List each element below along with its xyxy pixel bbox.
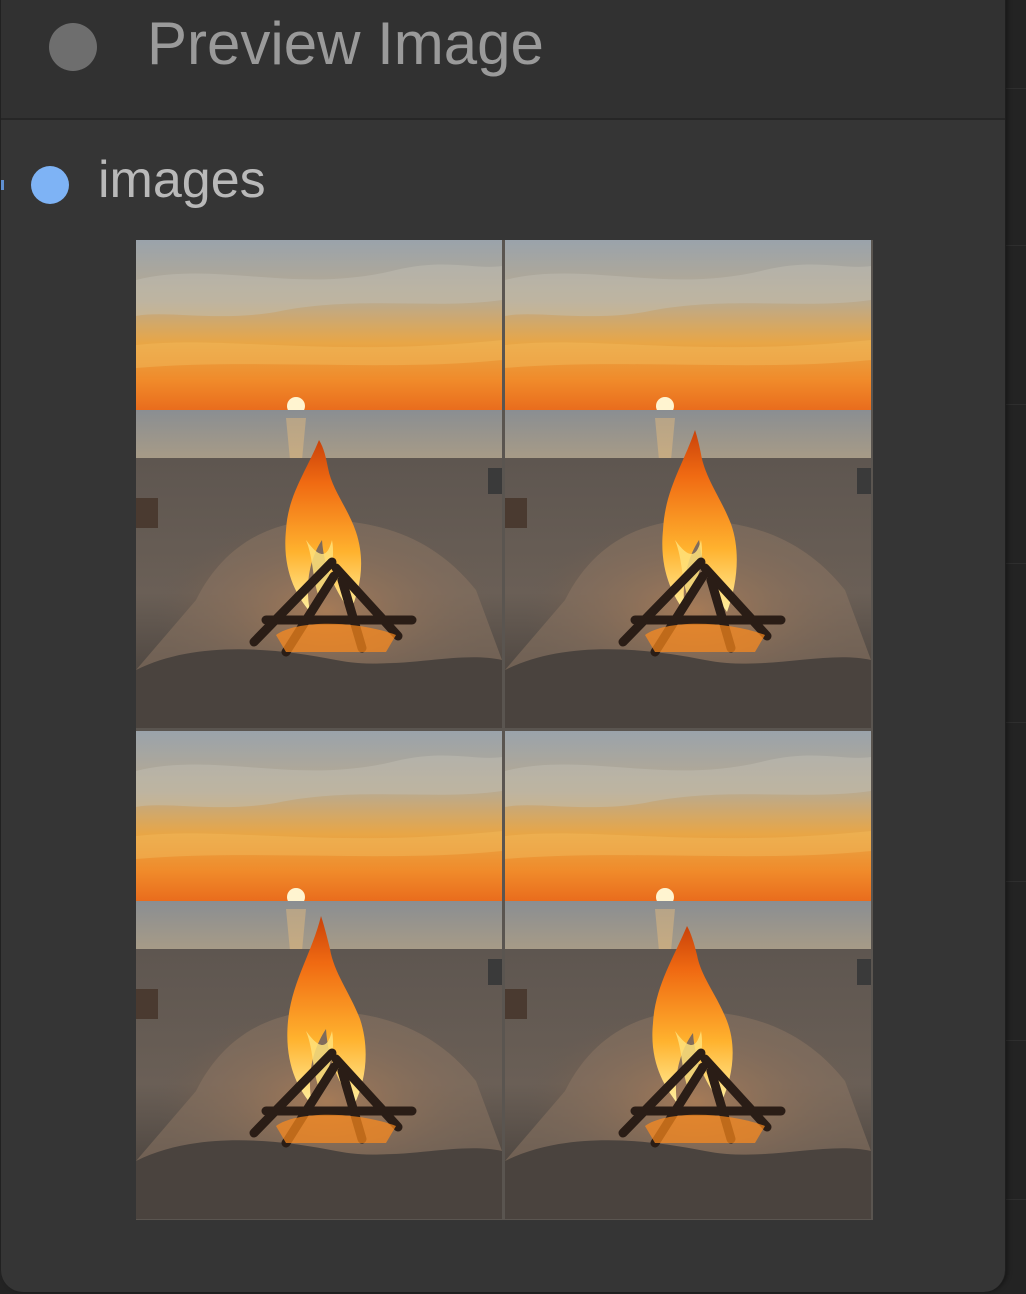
preview-image-1[interactable] [136,240,502,728]
grid-line [1006,404,1026,405]
images-input-label: images [98,151,266,209]
node-title: Preview Image [147,10,544,77]
campfire-image-icon [505,240,871,728]
node-header[interactable]: Preview Image [1,0,1005,120]
preview-image-3[interactable] [136,731,502,1219]
grid-line [1006,1199,1026,1200]
campfire-image-icon [136,731,502,1219]
campfire-image-icon [136,240,502,728]
grid-line [1006,563,1026,564]
grid-line [1006,245,1026,246]
preview-image-2[interactable] [505,240,871,728]
preview-image-node[interactable]: Preview Image images [1,0,1006,1292]
input-link-icon [1,180,4,190]
grid-line [1006,1040,1026,1041]
grid-line [1006,88,1026,89]
collapse-toggle-icon[interactable] [49,23,97,71]
image-preview-grid [136,240,873,1220]
grid-line [1006,722,1026,723]
preview-image-4[interactable] [505,731,871,1219]
grid-line [1006,881,1026,882]
campfire-image-icon [505,731,871,1219]
images-input-slot-icon[interactable] [31,166,69,204]
